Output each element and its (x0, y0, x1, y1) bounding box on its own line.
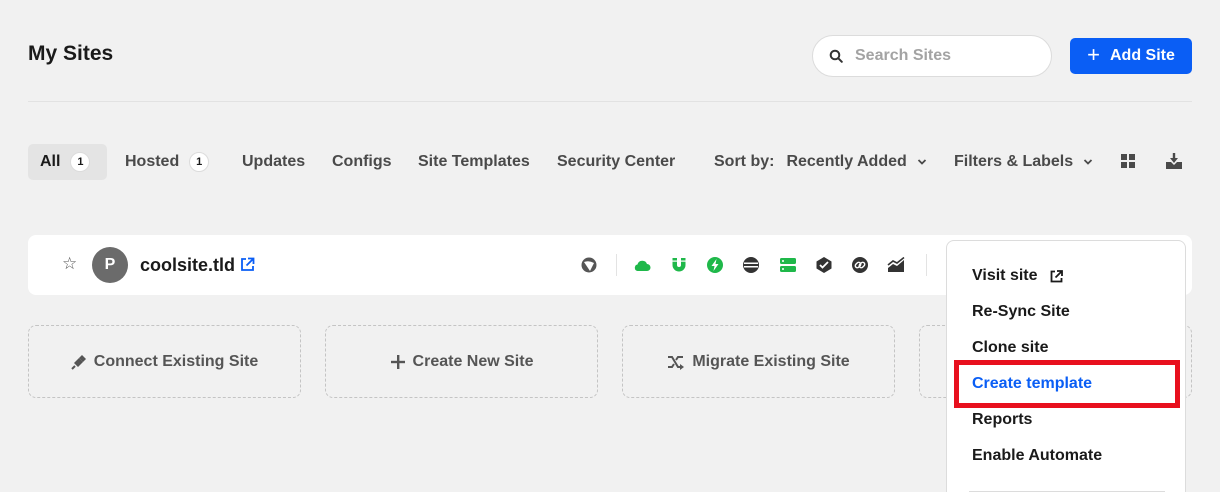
analytics-icon[interactable] (887, 256, 905, 274)
tab-updates[interactable]: Updates (242, 144, 305, 180)
plus-icon: + (1087, 42, 1100, 67)
star-icon[interactable]: ☆ (62, 254, 77, 274)
tab-all-label: All (40, 153, 61, 170)
cloud-hosting-icon[interactable] (633, 256, 651, 274)
wordpress-icon[interactable] (580, 256, 598, 274)
migrate-existing-site-label: Migrate Existing Site (692, 352, 850, 370)
header-divider (28, 101, 1192, 102)
external-link-icon[interactable] (240, 257, 255, 272)
page-title: My Sites (28, 42, 114, 65)
search-box[interactable] (812, 35, 1052, 77)
migrate-existing-site-card[interactable]: Migrate Existing Site (622, 325, 895, 398)
database-icon[interactable] (742, 256, 760, 274)
tab-configs[interactable]: Configs (332, 144, 392, 180)
tab-site-templates-label: Site Templates (418, 153, 530, 170)
tab-hosted-label: Hosted (125, 153, 180, 170)
icon-separator (616, 254, 617, 276)
filters-label: Filters & Labels (954, 153, 1074, 170)
search-icon (829, 49, 843, 63)
plug-icon (71, 354, 87, 370)
tab-updates-label: Updates (242, 153, 306, 170)
server-icon[interactable] (779, 256, 797, 274)
migrate-icon (667, 354, 685, 370)
connect-existing-site-label: Connect Existing Site (93, 352, 259, 370)
site-name[interactable]: coolsite.tld (140, 255, 235, 276)
highlight-box (954, 360, 1180, 408)
tab-hosted-count: 1 (189, 152, 210, 172)
tab-security-center[interactable]: Security Center (557, 144, 675, 180)
avatar: P (92, 247, 128, 283)
menu-visit-site-label: Visit site (972, 267, 1038, 284)
tab-security-center-label: Security Center (557, 153, 676, 170)
add-site-button[interactable]: + Add Site (1070, 38, 1192, 74)
menu-resync-site[interactable]: Re-Sync Site (972, 303, 1070, 321)
connect-existing-site-card[interactable]: Connect Existing Site (28, 325, 301, 398)
icon-separator (926, 254, 927, 276)
chevron-down-icon (917, 159, 926, 165)
tab-hosted[interactable]: Hosted 1 (125, 144, 210, 180)
create-new-site-card[interactable]: Create New Site (325, 325, 598, 398)
search-input[interactable] (855, 47, 1035, 65)
tab-configs-label: Configs (332, 153, 392, 170)
add-site-label: Add Site (1109, 47, 1175, 64)
tab-site-templates[interactable]: Site Templates (418, 144, 530, 180)
external-link-icon (1050, 269, 1063, 282)
menu-visit-site[interactable]: Visit site (972, 267, 1063, 285)
bolt-icon[interactable] (706, 256, 724, 274)
link-icon[interactable] (851, 256, 869, 274)
sort-dropdown[interactable]: Sort by: Recently Added (714, 144, 927, 180)
create-new-site-label: Create New Site (412, 352, 534, 370)
tab-all-count: 1 (70, 152, 91, 172)
grid-view-icon[interactable] (1119, 152, 1137, 170)
menu-reports[interactable]: Reports (972, 411, 1032, 429)
plus-icon (390, 354, 406, 370)
sort-label: Sort by: (714, 153, 775, 170)
download-icon[interactable] (1165, 152, 1183, 170)
tab-all[interactable]: All 1 (28, 144, 107, 180)
chevron-down-icon (1084, 159, 1093, 165)
filters-dropdown[interactable]: Filters & Labels (954, 144, 1093, 180)
menu-clone-site[interactable]: Clone site (972, 339, 1048, 357)
menu-enable-automate[interactable]: Enable Automate (972, 447, 1102, 465)
sort-value: Recently Added (786, 153, 907, 170)
plugin-icon[interactable] (815, 256, 833, 274)
magnet-icon[interactable] (670, 256, 688, 274)
